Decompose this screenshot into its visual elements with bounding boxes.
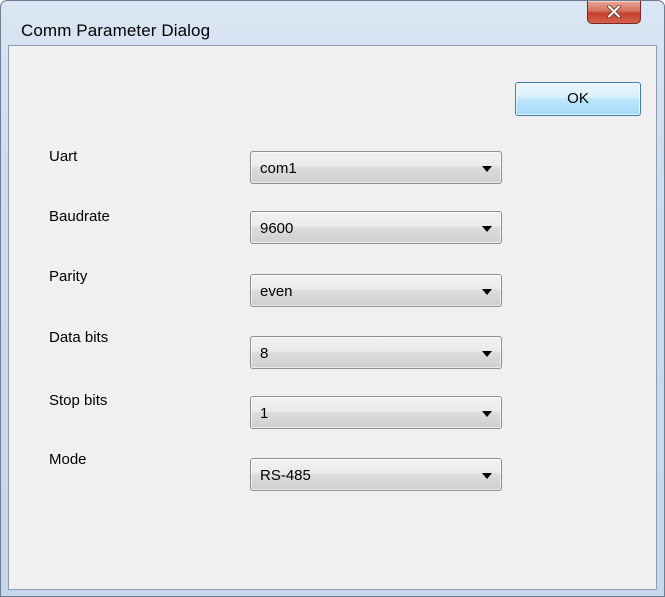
data-bits-select[interactable]: 8 [250, 336, 502, 369]
uart-select[interactable]: com1 [250, 151, 502, 184]
ok-button[interactable]: OK [515, 82, 641, 116]
mode-select[interactable]: RS-485 [250, 458, 502, 491]
stop-bits-label: Stop bits [49, 392, 108, 409]
baudrate-value: 9600 [260, 220, 294, 237]
dropdown-arrow-icon [482, 411, 492, 417]
dropdown-arrow-icon [482, 226, 492, 232]
close-button[interactable] [587, 1, 641, 24]
parity-value: even [260, 283, 293, 300]
data-bits-value: 8 [260, 345, 269, 362]
title-bar[interactable]: Comm Parameter Dialog [1, 1, 664, 45]
mode-value: RS-485 [260, 467, 311, 484]
dialog-client-area: OK Uart com1 Baudrate 9600 Parity even D… [8, 45, 657, 590]
data-bits-label: Data bits [49, 329, 109, 346]
parity-select[interactable]: even [250, 274, 502, 307]
baudrate-label: Baudrate [49, 208, 110, 225]
window-title: Comm Parameter Dialog [21, 21, 211, 40]
dropdown-arrow-icon [482, 166, 492, 172]
uart-label: Uart [49, 148, 78, 165]
mode-label: Mode [49, 451, 87, 468]
stop-bits-value: 1 [260, 405, 269, 422]
uart-value: com1 [260, 160, 297, 177]
dropdown-arrow-icon [482, 289, 492, 295]
stop-bits-select[interactable]: 1 [250, 396, 502, 429]
baudrate-select[interactable]: 9600 [250, 211, 502, 244]
dialog-window: Comm Parameter Dialog OK Uart com1 Baudr… [0, 0, 665, 597]
parity-label: Parity [49, 268, 88, 285]
dropdown-arrow-icon [482, 473, 492, 479]
dropdown-arrow-icon [482, 351, 492, 357]
close-icon [607, 5, 621, 18]
